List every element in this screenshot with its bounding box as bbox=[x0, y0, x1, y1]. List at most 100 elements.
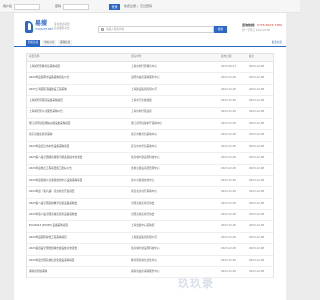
publish-date-cell: 2023-12-05 bbox=[221, 201, 237, 205]
table-row[interactable]: 2023年度省级公共资源交易中心设备采购项目 省公共资源交易中心 2023-12-0… bbox=[27, 175, 273, 188]
publish-date-cell: 2023-12-05 bbox=[221, 99, 237, 103]
table-row[interactable]: 2023年度昆明市设备采购招标公告 昆明市政府采购服务中心 2023-12-05 20… bbox=[27, 73, 273, 85]
publish-date-cell: 2023-12-05 bbox=[221, 258, 237, 262]
project-name-cell[interactable]: 2023第八届全国高校教学实验设备采购会 bbox=[29, 199, 129, 209]
project-name-cell[interactable]: 2023上海园区道路建设工程采购 bbox=[29, 85, 129, 95]
project-name-cell[interactable]: 浙江省环境监测站仪器设备采购项目 bbox=[29, 119, 129, 129]
table-row[interactable]: 南京高校实验室采购 南京市教育局采购中心 2023-12-05 2023-12-08 bbox=[27, 130, 273, 142]
tab-bar: 招标信息 中标公示 采购信息 更多信息 bbox=[14, 40, 286, 47]
bid-unit-cell: 昆明市政府采购服务中心 bbox=[131, 76, 160, 80]
password-input[interactable] bbox=[63, 4, 89, 10]
project-name-cell[interactable]: ECO2023 (ECOM) 设备采购项目 bbox=[29, 221, 129, 231]
watermark-logo: 玖玖录 bbox=[178, 277, 214, 290]
bid-unit-cell: 住房城乡建设部科技中心 bbox=[131, 247, 160, 251]
table-row[interactable]: 2023年度（第六届）农业综合开发项目 省农业农村厅采购中心 2023-12-05 2… bbox=[27, 187, 273, 199]
tab-awards[interactable]: 中标公示 bbox=[42, 40, 57, 46]
username-label: 用户名 bbox=[3, 4, 13, 8]
project-name-cell[interactable]: 2023年度昆明市设备采购招标公告 bbox=[29, 73, 129, 83]
project-name-cell[interactable]: 湖南省党校采购 bbox=[29, 267, 129, 277]
project-name-cell[interactable]: 2023年度全国高校信息化建设采购项目 bbox=[29, 256, 129, 266]
publish-date-cell: 2023-12-05 bbox=[221, 156, 237, 160]
logo-icon[interactable] bbox=[25, 21, 33, 33]
table-row[interactable]: ECO2023 (ECOM) 设备采购项目 上海会展中心采购部 2023-12-05… bbox=[27, 221, 273, 233]
table-row[interactable]: 2023年第八届全国高校实验室设备采购会 全国高校实验室协会 2023-12-05 2… bbox=[27, 210, 273, 222]
more-info-link[interactable]: 更多信息 bbox=[272, 41, 282, 45]
bid-table: 项目名称 招标单位 发布日期 截止 上海闵行区教育局采购项目 上海市闵行区教育中心… bbox=[26, 53, 274, 279]
project-name-cell[interactable]: 2023年度省级公共资源交易中心设备采购项目 bbox=[29, 176, 129, 186]
deadline-cell: 2023-12-08 bbox=[249, 201, 265, 205]
publish-date-cell: 2023-12-05 bbox=[221, 76, 237, 80]
table-row[interactable]: 2023第八届全国绿色建筑节能改造技术交流会 住房城乡建设部科技中心 2023-12… bbox=[27, 153, 273, 165]
project-name-cell[interactable]: 上海闵行区教育局采购项目 bbox=[29, 62, 129, 72]
table-row[interactable]: 2023年度园区绿化工程采购项目 上海建设集团有限公司 2023-12-05 2023… bbox=[27, 232, 273, 245]
table-row[interactable]: 2023上海园区道路建设工程采购 上海建设集团有限公司 2023-12-05 2023… bbox=[27, 84, 273, 97]
table-row[interactable]: 2023年度武汉市水务设备采购项目 武汉市水务局采购中心 2023-12-05 202… bbox=[27, 141, 273, 154]
deadline-cell: 2023-12-08 bbox=[249, 156, 265, 160]
column-header-date: 发布日期 bbox=[221, 55, 232, 59]
hotline-label: 咨询热线: bbox=[242, 23, 256, 27]
project-name-cell[interactable]: 2023年度园区绿化工程采购项目 bbox=[29, 233, 129, 243]
publish-date-cell: 2023-12-05 bbox=[221, 110, 237, 114]
deadline-cell: 2023-12-08 bbox=[249, 144, 265, 148]
search-placeholder: 请输入搜索内容 bbox=[106, 27, 125, 31]
deadline-cell: 2023-12-08 bbox=[249, 87, 265, 91]
table-row[interactable]: 湖南省党校采购 湖南省政府采购服务中心 2023-12-05 2023-12-08 bbox=[27, 267, 273, 279]
deadline-cell: 2023-12-08 bbox=[249, 269, 265, 273]
deadline-cell: 2023-12-08 bbox=[249, 121, 265, 125]
deadline-cell: 2023-12-08 bbox=[249, 76, 265, 80]
table-row[interactable]: 上海闵行区医院设备采购项目 上海市卫生健康委 2023-12-05 2023-12-0… bbox=[27, 96, 273, 108]
table-row[interactable]: 上海闵行区公共服务采购公告 上海市闵行区政府 2023-12-05 2023-12-0… bbox=[27, 107, 273, 119]
bid-unit-cell: 省公共资源交易中心 bbox=[131, 178, 155, 182]
logo-text[interactable]: 易搜 bbox=[35, 21, 47, 27]
project-name-cell[interactable]: 上海闵行区医院设备采购项目 bbox=[29, 96, 129, 106]
bid-unit-cell: 浙江省环境保护厅采购中心 bbox=[131, 121, 163, 125]
link-divider: | bbox=[137, 4, 139, 8]
tab-procurement[interactable]: 采购信息 bbox=[58, 40, 73, 46]
table-header: 项目名称 招标单位 发布日期 截止 bbox=[27, 54, 273, 62]
bid-unit-cell: 省农业农村厅采购中心 bbox=[131, 190, 157, 194]
bid-unit-cell: 上海市闵行区政府 bbox=[131, 110, 152, 114]
main-container: 易搜 YISOSOFT.NET 专业重点项目 信息服务平台 请输入搜索内容 搜索… bbox=[14, 13, 286, 300]
forgot-password-link[interactable]: 忘记密码 bbox=[140, 5, 152, 8]
hotline-number: 0755-8274 7380 bbox=[257, 23, 282, 27]
publish-date-cell: 2023-12-05 bbox=[221, 190, 237, 194]
username-input[interactable] bbox=[14, 4, 40, 10]
project-name-cell[interactable]: 2023年度重点工程项目施工招标公告 bbox=[29, 165, 129, 175]
top-bar: 用户名 密码 登录 免费注册 | 忘记密码 bbox=[0, 0, 300, 13]
login-button[interactable]: 登录 bbox=[109, 4, 120, 10]
publish-date-cell: 2023-12-05 bbox=[221, 247, 237, 251]
table-row[interactable]: 2023年度重点工程项目施工招标公告 省重点建设项目管理中心 2023-12-05 2… bbox=[27, 164, 273, 176]
slogan-line: 信息服务平台 bbox=[54, 27, 70, 30]
publish-date-cell: 2023-12-05 bbox=[221, 224, 237, 228]
deadline-cell: 2023-12-08 bbox=[249, 190, 265, 194]
project-name-cell[interactable]: 2023第八届全国绿色建筑节能改造技术交流会 bbox=[29, 153, 129, 163]
publish-date-cell: 2023-12-05 bbox=[221, 121, 237, 125]
project-name-cell[interactable]: 2023年度（第六届）农业综合开发项目 bbox=[29, 187, 129, 197]
table-row[interactable]: 浙江省环境监测站仪器设备采购项目 浙江省环境保护厅采购中心 2023-12-05 20… bbox=[27, 118, 273, 131]
table-row[interactable]: 2023年度全国高校信息化建设采购项目 教育部高校信息化中心 2023-12-05 2… bbox=[27, 255, 273, 268]
publish-date-cell: 2023-06-27 bbox=[221, 64, 237, 68]
publish-date-cell: 2023-12-05 bbox=[221, 167, 237, 171]
deadline-cell: 2023-12-08 bbox=[249, 167, 265, 171]
bid-unit-cell: 上海市卫生健康委 bbox=[131, 99, 152, 103]
table-row[interactable]: 上海闵行区教育局采购项目 上海市闵行区教育中心 2023-06-27 2023-12-… bbox=[27, 62, 273, 74]
search-icon bbox=[101, 28, 104, 31]
project-name-cell[interactable]: 上海闵行区公共服务采购公告 bbox=[29, 108, 129, 118]
deadline-cell: 2023-12-08 bbox=[249, 110, 265, 114]
project-name-cell[interactable]: 2023年度武汉市水务设备采购项目 bbox=[29, 142, 129, 152]
search-button[interactable]: 搜索 bbox=[214, 26, 227, 33]
bid-unit-cell: 武汉市水务局采购中心 bbox=[131, 144, 157, 148]
deadline-cell: 2023-12-08 bbox=[249, 178, 265, 182]
bid-unit-cell: 上海建设集团有限公司 bbox=[131, 235, 157, 239]
table-row[interactable]: 2023第八届全国高校教学实验设备采购会 全国高校实验室协会 2023-12-05 2… bbox=[27, 198, 273, 211]
project-name-cell[interactable]: 南京高校实验室采购 bbox=[29, 130, 129, 140]
table-row[interactable]: 2023第四届全国智慧城市建设技术交流会 住房城乡建设部科技中心 2023-12-0… bbox=[27, 244, 273, 256]
bid-unit-cell: 住房城乡建设部科技中心 bbox=[131, 156, 160, 160]
bid-unit-cell: 全国高校实验室协会 bbox=[131, 201, 155, 205]
tab-bids[interactable]: 招标信息 bbox=[26, 40, 41, 46]
project-name-cell[interactable]: 2023年第八届全国高校实验室设备采购会 bbox=[29, 210, 129, 220]
deadline-cell: 2023-12-08 bbox=[249, 64, 265, 68]
register-link[interactable]: 免费注册 bbox=[124, 5, 136, 8]
bid-unit-cell: 湖南省政府采购服务中心 bbox=[131, 269, 160, 273]
project-name-cell[interactable]: 2023第四届全国智慧城市建设技术交流会 bbox=[29, 244, 129, 254]
